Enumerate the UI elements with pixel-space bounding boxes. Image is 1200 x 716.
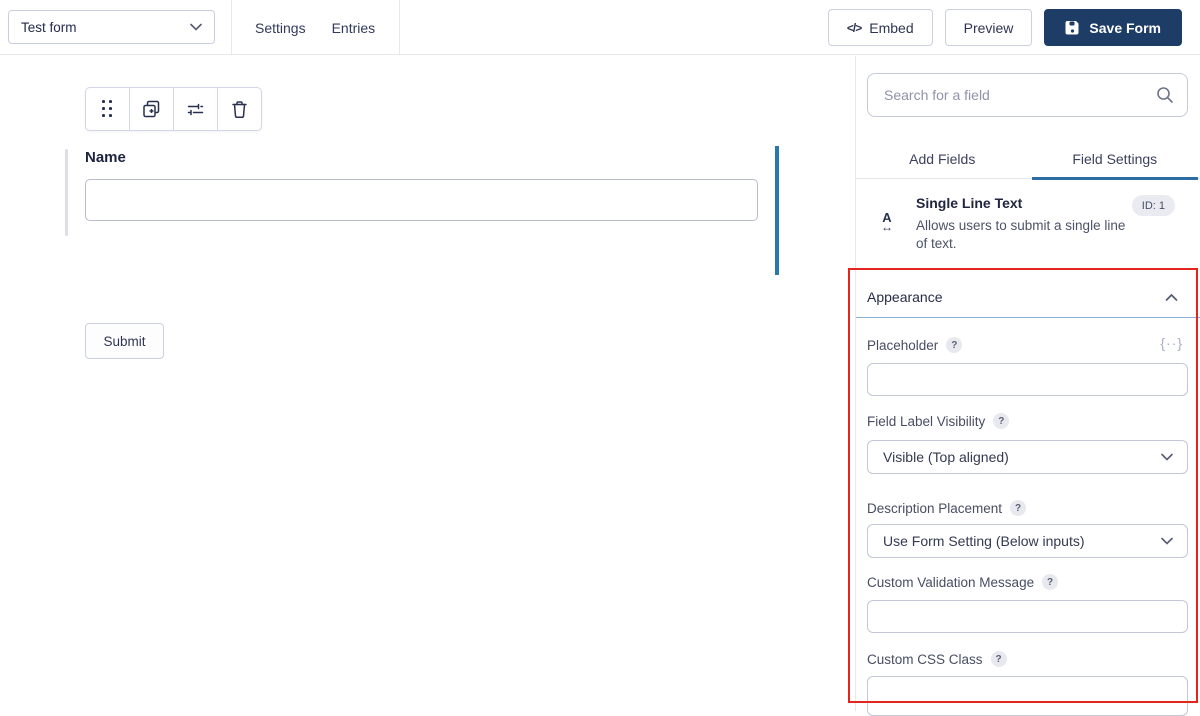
- duplicate-field-button[interactable]: [129, 87, 174, 131]
- field-id-badge: ID: 1: [1132, 195, 1175, 216]
- tab-add-fields[interactable]: Add Fields: [856, 140, 1029, 178]
- nav-settings[interactable]: Settings: [255, 20, 306, 36]
- form-selector-value: Test form: [21, 20, 77, 35]
- divider: [231, 0, 232, 55]
- field-hover-bar: [65, 149, 68, 236]
- preview-button[interactable]: Preview: [945, 9, 1033, 46]
- help-icon[interactable]: ?: [946, 337, 962, 353]
- divider: [399, 0, 400, 55]
- form-selector-dropdown[interactable]: Test form: [8, 10, 215, 44]
- save-form-button[interactable]: Save Form: [1044, 9, 1182, 46]
- nav-entries[interactable]: Entries: [332, 20, 376, 36]
- code-icon: </>: [847, 21, 861, 35]
- save-icon: [1065, 20, 1081, 36]
- selected-field-description: Allows users to submit a single line of …: [916, 217, 1128, 252]
- field-settings-button[interactable]: [173, 87, 218, 131]
- custom-validation-message-input[interactable]: [867, 600, 1188, 633]
- save-form-label: Save Form: [1089, 20, 1161, 36]
- help-icon[interactable]: ?: [1010, 500, 1026, 516]
- help-icon[interactable]: ?: [993, 413, 1009, 429]
- help-icon[interactable]: ?: [991, 651, 1007, 667]
- top-bar: Test form Settings Entries </> Embed Pre…: [0, 0, 1200, 55]
- appearance-section-title: Appearance: [867, 289, 943, 305]
- field-label: Name: [85, 149, 126, 166]
- custom-css-class-label: Custom CSS Class ?: [867, 651, 1007, 667]
- custom-validation-message-label: Custom Validation Message ?: [867, 574, 1058, 590]
- custom-css-class-input[interactable]: [867, 676, 1188, 716]
- settings-sidebar: Add Fields Field Settings A ↔ Single Lin…: [855, 56, 1200, 711]
- field-label-visibility-label: Field Label Visibility ?: [867, 413, 1009, 429]
- delete-field-button[interactable]: [217, 87, 262, 131]
- chevron-up-icon: [1165, 293, 1178, 302]
- chevron-down-icon: [1161, 453, 1173, 461]
- description-placement-label: Description Placement ?: [867, 500, 1026, 516]
- name-field-input[interactable]: [85, 179, 758, 221]
- embed-button[interactable]: </> Embed: [828, 9, 933, 46]
- appearance-section-header[interactable]: Appearance: [856, 277, 1200, 318]
- single-line-text-icon: A ↔: [877, 213, 897, 232]
- chevron-down-icon: [190, 23, 202, 31]
- duplicate-icon: [142, 100, 161, 119]
- drag-handle-icon[interactable]: [85, 87, 130, 131]
- help-icon[interactable]: ?: [1042, 574, 1058, 590]
- description-placement-select[interactable]: Use Form Setting (Below inputs): [867, 524, 1188, 558]
- description-placement-value: Use Form Setting (Below inputs): [883, 533, 1085, 549]
- field-toolbar: [85, 87, 262, 131]
- preview-button-label: Preview: [964, 20, 1014, 36]
- sliders-icon: [186, 100, 205, 119]
- sidebar-tabs: Add Fields Field Settings: [856, 140, 1200, 179]
- embed-button-label: Embed: [869, 20, 913, 36]
- field-label-visibility-select[interactable]: Visible (Top aligned): [867, 440, 1188, 474]
- selected-field-title: Single Line Text: [916, 195, 1022, 211]
- submit-button[interactable]: Submit: [85, 323, 164, 359]
- merge-tag-icon[interactable]: {··}: [1160, 335, 1183, 351]
- placeholder-label: Placeholder ?: [867, 337, 962, 353]
- form-canvas: Name Submit: [0, 56, 855, 711]
- search-icon: [1156, 86, 1174, 104]
- field-label-visibility-value: Visible (Top aligned): [883, 449, 1009, 465]
- search-field-input[interactable]: [867, 73, 1188, 117]
- chevron-down-icon: [1161, 537, 1173, 545]
- placeholder-input[interactable]: [867, 363, 1188, 396]
- tab-field-settings[interactable]: Field Settings: [1029, 140, 1200, 178]
- field-selected-bar: [775, 146, 779, 275]
- trash-icon: [231, 100, 248, 119]
